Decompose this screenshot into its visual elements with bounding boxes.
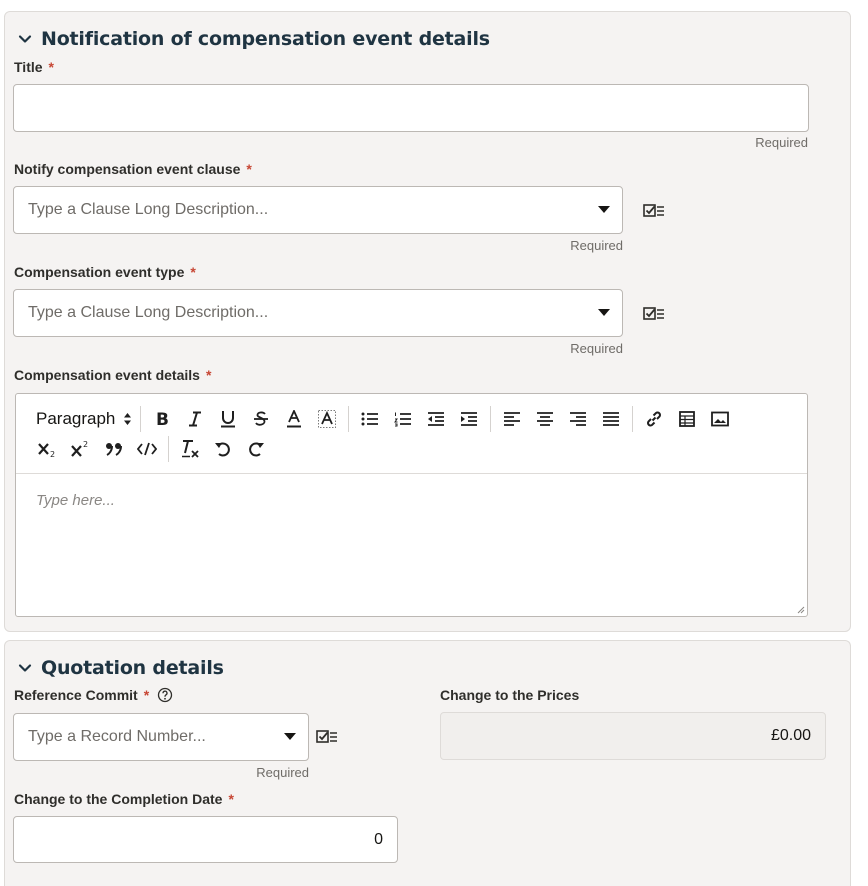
type-select[interactable]: Type a Clause Long Description... <box>13 289 623 337</box>
reference-commit-select[interactable]: Type a Record Number... <box>13 713 309 761</box>
underline-icon[interactable] <box>216 406 240 432</box>
toolbar-divider <box>348 406 350 432</box>
quotation-section-header[interactable]: Quotation details <box>17 657 224 679</box>
type-required-hint: Required <box>570 341 623 356</box>
title-required-hint: Required <box>755 135 808 150</box>
notification-section-header[interactable]: Notification of compensation event detai… <box>17 28 490 50</box>
change-prices-value: £0.00 <box>770 727 811 744</box>
title-label: Title * <box>14 59 54 75</box>
code-icon[interactable] <box>135 436 159 462</box>
text-color-icon[interactable] <box>282 406 306 432</box>
rich-text-editor[interactable]: Paragraph B 2 2 Type here... <box>15 393 808 617</box>
clear-format-icon[interactable] <box>178 436 202 462</box>
clause-label: Notify compensation event clause * <box>14 161 252 177</box>
list-check-icon[interactable] <box>643 307 665 321</box>
reference-commit-placeholder: Type a Record Number... <box>28 728 206 745</box>
change-completion-label: Change to the Completion Date * <box>14 791 234 807</box>
toolbar-divider <box>140 406 142 432</box>
updown-icon <box>124 413 132 425</box>
required-marker: * <box>48 59 54 75</box>
background-color-icon[interactable] <box>315 406 339 432</box>
list-check-icon[interactable] <box>643 204 665 218</box>
change-prices-label: Change to the Prices <box>440 687 580 703</box>
clause-select[interactable]: Type a Clause Long Description... <box>13 186 623 234</box>
svg-text:2: 2 <box>50 450 55 458</box>
clause-required-hint: Required <box>570 238 623 253</box>
align-justify-icon[interactable] <box>599 406 623 432</box>
outdent-icon[interactable] <box>424 406 448 432</box>
section-title: Quotation details <box>41 657 224 679</box>
type-label: Compensation event type * <box>14 264 196 280</box>
required-marker: * <box>228 791 234 807</box>
image-icon[interactable] <box>708 406 732 432</box>
editor-toolbar: Paragraph B 2 2 <box>16 394 807 474</box>
bold-icon[interactable]: B <box>150 406 174 432</box>
resize-handle-icon[interactable] <box>795 604 805 614</box>
required-marker: * <box>205 367 212 383</box>
reference-commit-label: Reference Commit * <box>14 687 173 703</box>
strikethrough-icon[interactable] <box>249 406 273 432</box>
svg-text:B: B <box>156 411 169 427</box>
caret-down-icon[interactable] <box>284 733 296 741</box>
numbered-list-icon[interactable] <box>391 406 415 432</box>
italic-icon[interactable] <box>183 406 207 432</box>
link-icon[interactable] <box>642 406 666 432</box>
subscript-icon[interactable]: 2 <box>36 436 60 462</box>
toolbar-divider <box>168 436 169 462</box>
editor-placeholder[interactable]: Type here... <box>36 492 115 509</box>
superscript-icon[interactable]: 2 <box>69 436 93 462</box>
clause-placeholder: Type a Clause Long Description... <box>28 201 269 218</box>
align-left-icon[interactable] <box>500 406 524 432</box>
svg-text:2: 2 <box>83 440 88 449</box>
details-label: Compensation event details * <box>14 367 212 383</box>
indent-icon[interactable] <box>457 406 481 432</box>
chevron-down-icon <box>18 35 32 43</box>
bullet-list-icon[interactable] <box>358 406 382 432</box>
change-prices-field: £0.00 <box>440 712 826 760</box>
blockquote-icon[interactable] <box>102 436 126 462</box>
section-title: Notification of compensation event detai… <box>41 28 490 50</box>
notification-section: Notification of compensation event detai… <box>4 11 851 632</box>
chevron-down-icon <box>18 664 32 672</box>
list-check-icon[interactable] <box>316 730 338 744</box>
help-icon[interactable] <box>157 687 173 703</box>
change-completion-input[interactable] <box>13 816 398 863</box>
toolbar-divider <box>632 406 634 432</box>
toolbar-row: 2 2 <box>36 435 277 463</box>
align-right-icon[interactable] <box>566 406 590 432</box>
undo-icon[interactable] <box>211 436 235 462</box>
redo-icon[interactable] <box>244 436 268 462</box>
quotation-section: Quotation details Reference Commit * Typ… <box>4 640 851 886</box>
paragraph-format-select[interactable]: Paragraph <box>36 409 132 429</box>
caret-down-icon[interactable] <box>598 309 610 317</box>
table-icon[interactable] <box>675 406 699 432</box>
required-marker: * <box>143 687 150 703</box>
caret-down-icon[interactable] <box>598 206 610 214</box>
required-marker: * <box>246 161 252 177</box>
reference-commit-required-hint: Required <box>256 765 309 780</box>
title-input[interactable] <box>13 84 809 132</box>
toolbar-row: Paragraph B <box>36 405 741 433</box>
align-center-icon[interactable] <box>533 406 557 432</box>
type-placeholder: Type a Clause Long Description... <box>28 304 269 321</box>
toolbar-divider <box>490 406 492 432</box>
required-marker: * <box>190 264 196 280</box>
